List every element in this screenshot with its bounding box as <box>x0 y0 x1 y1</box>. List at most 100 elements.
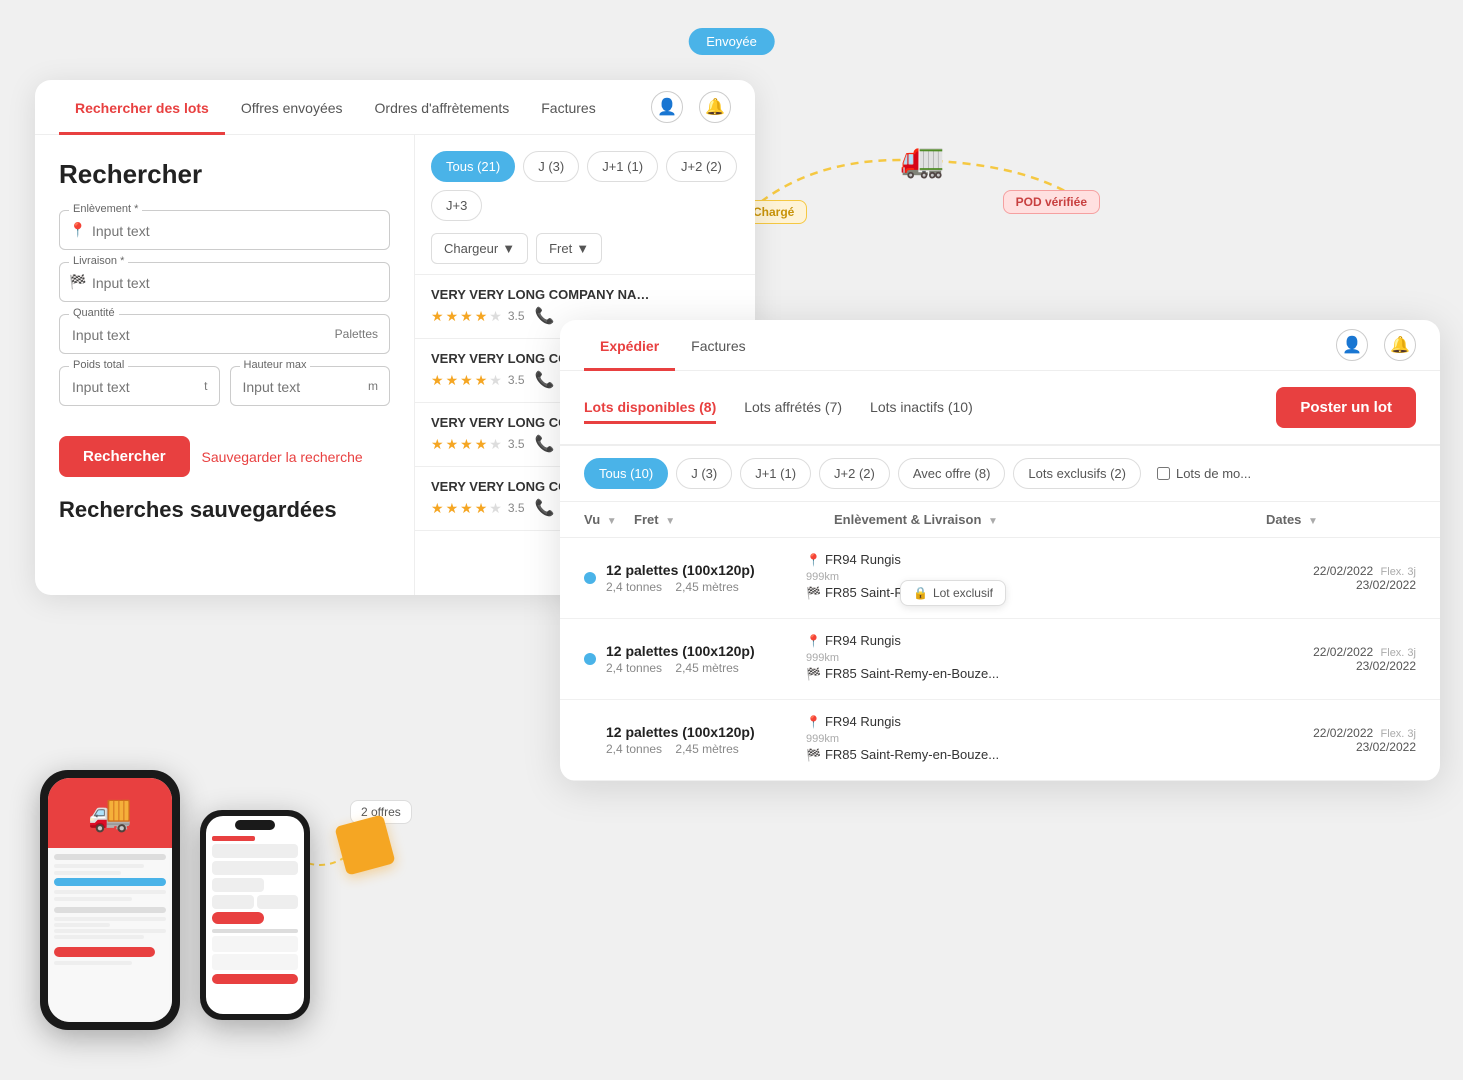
el-to-1: 🏁 FR85 Saint-Remy-en-Bouze... <box>806 585 1266 600</box>
el-from-2: 📍 FR94 Rungis <box>806 633 1266 648</box>
el-info-1: 📍 FR94 Rungis 999km 🏁 FR85 Saint-Remy-en… <box>806 552 1266 604</box>
hauteur-label: Hauteur max <box>240 359 311 371</box>
filter-tab-tous[interactable]: Tous (21) <box>431 151 515 182</box>
table-header: Vu ▼ Fret ▼ Enlèvement & Livraison ▼ Dat… <box>560 502 1440 538</box>
col-header-el: Enlèvement & Livraison ▼ <box>834 512 1266 527</box>
tab-rechercher-lots[interactable]: Rechercher des lots <box>59 80 225 135</box>
main-tabs-row: Rechercher des lots Offres envoyées Ordr… <box>35 80 755 135</box>
overlay-tab-factures[interactable]: Factures <box>675 320 761 371</box>
livraison-field: Livraison * 🏁 <box>59 262 390 302</box>
overlay-user-icon[interactable]: 👤 <box>1336 329 1368 361</box>
company-name-1: VERY VERY LONG COMPANY NAM... <box>431 287 651 302</box>
filter-tab-j[interactable]: J (3) <box>523 151 579 182</box>
star-1-4: ★ <box>475 308 488 325</box>
fret-info-1: 12 palettes (100x120p) 2,4 tonnes 2,45 m… <box>606 562 806 594</box>
phone-icon-1[interactable]: 📞 <box>535 306 555 326</box>
distance-2: 999km <box>806 652 1266 664</box>
fret-label: Fret <box>549 241 572 256</box>
livraison-label: Livraison * <box>69 255 128 267</box>
phone-mockup-red: 🚚 <box>40 770 180 1030</box>
search-button[interactable]: Rechercher <box>59 436 190 477</box>
new-dot-2 <box>584 653 596 665</box>
dates-info-3: 22/02/2022 Flex. 3j 23/02/2022 <box>1266 726 1416 754</box>
filter-tab-j1[interactable]: J+1 (1) <box>587 151 658 182</box>
col-header-fret: Fret ▼ <box>634 512 834 527</box>
el-to-3: 🏁 FR85 Saint-Remy-en-Bouze... <box>806 747 1266 762</box>
fret-main-2: 12 palettes (100x120p) <box>606 643 806 659</box>
date1-2: 22/02/2022 Flex. 3j <box>1266 645 1416 659</box>
poids-input[interactable] <box>59 366 220 406</box>
lots-mo-checkbox[interactable] <box>1157 467 1170 480</box>
flag-to-icon-1: 🏁 <box>806 586 821 600</box>
save-search-button[interactable]: Sauvegarder la recherche <box>202 449 363 465</box>
pin-from-icon-2: 📍 <box>806 634 821 648</box>
hauteur-input[interactable] <box>230 366 391 406</box>
tab-offres-envoyees[interactable]: Offres envoyées <box>225 80 359 135</box>
vu-sort-icon: ▼ <box>607 516 617 527</box>
star-1-2: ★ <box>446 308 459 325</box>
filter-tab-j3[interactable]: J+3 <box>431 190 482 221</box>
fret-info-2: 12 palettes (100x120p) 2,4 tonnes 2,45 m… <box>606 643 806 675</box>
lot-tab-disponibles[interactable]: Lots disponibles (8) <box>584 391 716 424</box>
bell-icon[interactable]: 🔔 <box>699 91 731 123</box>
lot-tabs-row: Lots disponibles (8) Lots affrétés (7) L… <box>560 371 1440 446</box>
fret-arrow: ▼ <box>576 241 589 256</box>
sub-filter-exclusifs[interactable]: Lots exclusifs (2) <box>1013 458 1141 489</box>
sub-filter-avec-offre[interactable]: Avec offre (8) <box>898 458 1006 489</box>
chargeur-filter[interactable]: Chargeur ▼ <box>431 233 528 264</box>
truck-illustration: 🚛 Chargé POD vérifiée <box>720 100 1100 300</box>
lot-tab-affretés[interactable]: Lots affrétés (7) <box>744 391 842 424</box>
table-row-2[interactable]: 12 palettes (100x120p) 2,4 tonnes 2,45 m… <box>560 619 1440 700</box>
pod-label: POD vérifiée <box>1003 190 1100 214</box>
filter-tabs-row: Tous (21) J (3) J+1 (1) J+2 (2) J+3 <box>415 151 755 233</box>
phone-mockup-search <box>200 810 310 1020</box>
fret-sub-2: 2,4 tonnes 2,45 mètres <box>606 661 806 675</box>
table-row-1[interactable]: 12 palettes (100x120p) 2,4 tonnes 2,45 m… <box>560 538 1440 619</box>
fret-sub-1: 2,4 tonnes 2,45 mètres <box>606 580 806 594</box>
flag-to-icon-2: 🏁 <box>806 667 821 681</box>
enlevement-label: Enlèvement * <box>69 203 142 215</box>
user-icon[interactable]: 👤 <box>651 91 683 123</box>
phone-icon-2[interactable]: 📞 <box>535 370 555 390</box>
sub-filter-j[interactable]: J (3) <box>676 458 732 489</box>
filter-tab-j2[interactable]: J+2 (2) <box>666 151 737 182</box>
dates-info-1: 22/02/2022 Flex. 3j 23/02/2022 <box>1266 564 1416 592</box>
overlay-tab-expedier[interactable]: Expédier <box>584 320 675 371</box>
overlay-bell-icon[interactable]: 🔔 <box>1384 329 1416 361</box>
quantite-field: Quantité Palettes <box>59 314 390 354</box>
dates-info-2: 22/02/2022 Flex. 3j 23/02/2022 <box>1266 645 1416 673</box>
fret-main-3: 12 palettes (100x120p) <box>606 724 806 740</box>
poids-suffix: t <box>204 379 207 393</box>
overlay-card: Expédier Factures 👤 🔔 Lots disponibles (… <box>560 320 1440 781</box>
fret-main-1: 12 palettes (100x120p) <box>606 562 806 578</box>
enlevement-input[interactable] <box>59 210 390 250</box>
table-row-3[interactable]: 12 palettes (100x120p) 2,4 tonnes 2,45 m… <box>560 700 1440 781</box>
pin-from-icon-3: 📍 <box>806 715 821 729</box>
location-pin-icon: 📍 <box>69 222 86 239</box>
phone-mockups: 🚚 <box>40 770 310 1030</box>
sub-filter-j2[interactable]: J+2 (2) <box>819 458 890 489</box>
date2-2: 23/02/2022 <box>1266 659 1416 673</box>
fret-sub-3: 2,4 tonnes 2,45 mètres <box>606 742 806 756</box>
results-col-headers: Chargeur ▼ Fret ▼ <box>415 233 755 275</box>
phone-icon-3[interactable]: 📞 <box>535 434 555 454</box>
poster-lot-button[interactable]: Poster un lot <box>1276 387 1416 428</box>
sub-filter-tous[interactable]: Tous (10) <box>584 458 668 489</box>
enlevement-field: Enlèvement * 📍 <box>59 210 390 250</box>
sub-filter-j1[interactable]: J+1 (1) <box>740 458 811 489</box>
fret-filter[interactable]: Fret ▼ <box>536 233 602 264</box>
search-form-panel: Rechercher Enlèvement * 📍 Livraison * 🏁 … <box>35 135 415 595</box>
lots-mo-checkbox-label[interactable]: Lots de mo... <box>1157 466 1251 481</box>
flag-to-icon-3: 🏁 <box>806 748 821 762</box>
tab-factures[interactable]: Factures <box>525 80 611 135</box>
livraison-input[interactable] <box>59 262 390 302</box>
tab-ordres[interactable]: Ordres d'affrètements <box>359 80 526 135</box>
date2-1: 23/02/2022 <box>1266 578 1416 592</box>
new-dot-1 <box>584 572 596 584</box>
pin-from-icon-1: 📍 <box>806 553 821 567</box>
lot-tab-inactifs[interactable]: Lots inactifs (10) <box>870 391 973 424</box>
el-from-1: 📍 FR94 Rungis <box>806 552 1266 567</box>
hauteur-field: Hauteur max m <box>230 366 391 406</box>
phone-icon-4[interactable]: 📞 <box>535 498 555 518</box>
overlay-tabs-row: Expédier Factures 👤 🔔 <box>560 320 1440 371</box>
